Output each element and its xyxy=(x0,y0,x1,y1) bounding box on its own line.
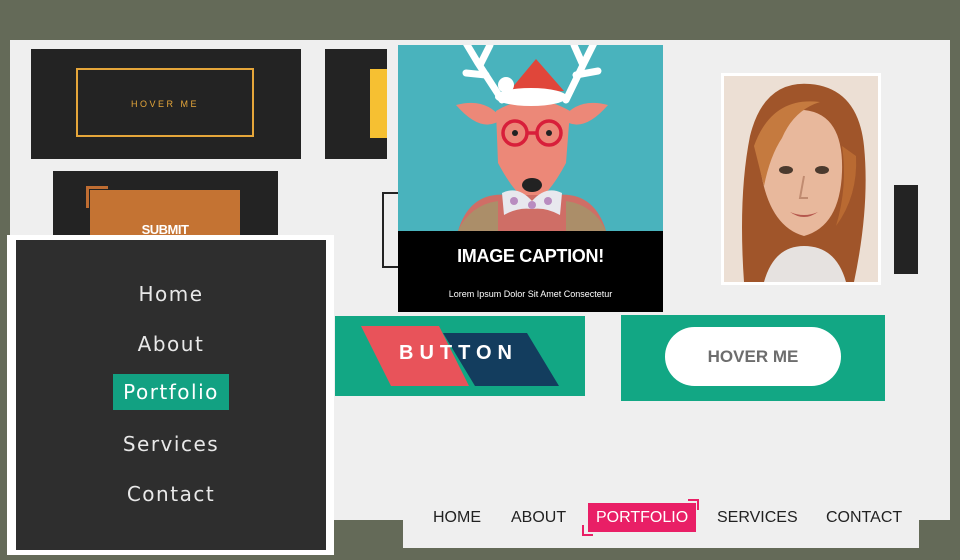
nav-item-home[interactable]: HOME xyxy=(433,509,481,527)
bracket-decoration xyxy=(382,192,398,268)
nav-item-portfolio[interactable]: PORTFOLIO xyxy=(588,503,697,532)
nav-item-about[interactable]: ABOUT xyxy=(511,509,566,527)
hover-outline-card: HOVER ME xyxy=(31,49,301,159)
side-menu-item-home[interactable]: Home xyxy=(16,282,326,306)
image-caption-card[interactable]: IMAGE CAPTION! Lorem Ipsum Dolor Sit Ame… xyxy=(398,45,663,312)
side-menu-item-label: Services xyxy=(122,432,220,456)
submit-card: SUBMIT xyxy=(53,171,278,237)
side-menu-item-label-active: Portfolio xyxy=(113,374,229,410)
nav-item-contact[interactable]: CONTACT xyxy=(826,509,902,527)
side-menu-item-services[interactable]: Services xyxy=(16,432,326,456)
submit-button[interactable]: SUBMIT xyxy=(90,190,240,237)
side-menu-item-about[interactable]: About xyxy=(16,332,326,356)
side-menu: Home About Portfolio Services Contact xyxy=(16,240,326,550)
portrait-frame[interactable] xyxy=(721,73,881,285)
caption-subtitle: Lorem Ipsum Dolor Sit Amet Consectetur xyxy=(448,289,613,299)
yellow-fill-button[interactable] xyxy=(370,69,387,138)
portrait-image xyxy=(724,76,878,282)
deer-illustration-icon xyxy=(398,45,663,231)
hover-outline-button[interactable]: HOVER ME xyxy=(76,68,254,137)
side-menu-item-contact[interactable]: Contact xyxy=(16,482,326,506)
pill-button-card: HOVER ME xyxy=(621,315,885,401)
dark-card-fragment xyxy=(894,185,918,274)
side-menu-item-portfolio[interactable]: Portfolio xyxy=(16,374,326,410)
caption-title: IMAGE CAPTION! xyxy=(457,246,604,266)
side-menu-item-label: Contact xyxy=(126,482,216,506)
nav-item-services[interactable]: SERVICES xyxy=(717,509,798,527)
pill-hover-button[interactable]: HOVER ME xyxy=(665,327,841,386)
yellow-fill-card xyxy=(325,49,387,159)
skew-button-card[interactable]: BUTTON xyxy=(335,316,585,396)
side-menu-item-label: Home xyxy=(138,282,204,306)
skew-button-label: BUTTON xyxy=(399,342,518,364)
side-menu-item-label: About xyxy=(137,332,205,356)
